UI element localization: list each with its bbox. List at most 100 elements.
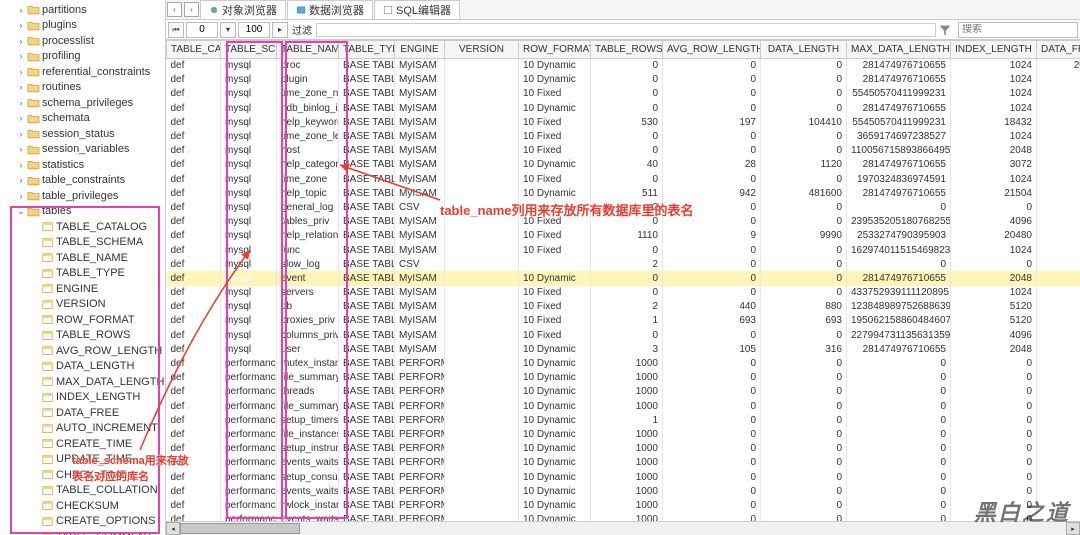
table-row[interactable]: defperformance_scsetup_instrumentBASE TA…: [167, 442, 1080, 456]
column-header-table_rows[interactable]: TABLE_ROWS: [591, 41, 663, 59]
tree-item-table_comment[interactable]: TABLE_COMMENT: [0, 529, 165, 535]
tree-item-data_length[interactable]: DATA_LENGTH: [0, 359, 165, 375]
tree-item-table_collation[interactable]: TABLE_COLLATION: [0, 483, 165, 499]
tree-item-row_format[interactable]: ROW_FORMAT: [0, 312, 165, 328]
tree-item-routines[interactable]: ›routines: [0, 80, 165, 96]
table-row[interactable]: defmysqluserBASE TABLEMyISAM10 Dynamic31…: [167, 342, 1080, 356]
tree-item-update_time[interactable]: UPDATE_TIME: [0, 452, 165, 468]
tree-item-checksum[interactable]: CHECKSUM: [0, 498, 165, 514]
column-header-avg_row_length[interactable]: AVG_ROW_LENGTH: [663, 41, 761, 59]
table-row[interactable]: defmysqldbBASE TABLEMyISAM10 Fixed244088…: [167, 300, 1080, 314]
first-page-button[interactable]: ⏮: [168, 22, 184, 38]
step-up-button[interactable]: ▸: [272, 22, 288, 38]
column-header-version[interactable]: VERSION: [445, 41, 519, 59]
table-row[interactable]: defperformance_scfile_summary_by_BASE TA…: [167, 371, 1080, 385]
tree-item-session_variables[interactable]: ›session_variables: [0, 142, 165, 158]
table-row[interactable]: defmysqlfuncBASE TABLEMyISAM10 Fixed0001…: [167, 243, 1080, 257]
column-header-table_name[interactable]: TABLE_NAME: [277, 41, 339, 59]
table-row[interactable]: defmysqlndb_binlog_indexBASE TABLEMyISAM…: [167, 101, 1080, 115]
tree-item-referential_constraints[interactable]: ›referential_constraints: [0, 64, 165, 80]
table-row[interactable]: defperformance_scthreadsBASE TABLEPERFOR…: [167, 385, 1080, 399]
tree-item-create_options[interactable]: CREATE_OPTIONS: [0, 514, 165, 530]
column-header-table_catal[interactable]: TABLE_CATAL: [167, 41, 221, 59]
tree-item-tables[interactable]: ⌄tables: [0, 204, 165, 220]
table-row[interactable]: defperformance_scsetup_consumersBASE TAB…: [167, 470, 1080, 484]
filter-input[interactable]: [316, 23, 936, 37]
tree-item-schema_privileges[interactable]: ›schema_privileges: [0, 95, 165, 111]
tree-item-version[interactable]: VERSION: [0, 297, 165, 313]
tree-item-engine[interactable]: ENGINE: [0, 281, 165, 297]
tree-item-index_length[interactable]: INDEX_LENGTH: [0, 390, 165, 406]
table-row[interactable]: defperformance_scfile_instancesBASE TABL…: [167, 427, 1080, 441]
table-row[interactable]: defperformance_scfile_summary_by_BASE TA…: [167, 399, 1080, 413]
column-header-data_length[interactable]: DATA_LENGTH: [761, 41, 847, 59]
table-row[interactable]: defmysqlhelp_keywordBASE TABLEMyISAM10 F…: [167, 115, 1080, 129]
tree-item-avg_row_length[interactable]: AVG_ROW_LENGTH: [0, 343, 165, 359]
tab-data-browser[interactable]: 数据浏览器: [287, 0, 373, 19]
column-header-index_length[interactable]: INDEX_LENGTH: [951, 41, 1037, 59]
column-header-data_free[interactable]: DATA_FREE: [1037, 41, 1080, 59]
step-down-button[interactable]: ▾: [220, 22, 236, 38]
tree-item-auto_increment[interactable]: AUTO_INCREMENT: [0, 421, 165, 437]
tab-prev-button[interactable]: ‹: [167, 2, 182, 17]
table-row[interactable]: defmysqlpluginBASE TABLEMyISAM10 Dynamic…: [167, 73, 1080, 87]
tree-sidebar[interactable]: ›partitions›plugins›processlist›profilin…: [0, 0, 166, 535]
horizontal-scrollbar[interactable]: ◂ ▸: [166, 521, 1080, 535]
table-row[interactable]: defmysqlhostBASE TABLEMyISAM10 Fixed0001…: [167, 144, 1080, 158]
tree-item-check_time[interactable]: CHECK_TIME: [0, 467, 165, 483]
table-row[interactable]: defperformance_scmutex_instancesBASE TAB…: [167, 356, 1080, 370]
search-box[interactable]: [958, 22, 1078, 38]
table-row[interactable]: defmysqlhelp_relationBASE TABLEMyISAM10 …: [167, 229, 1080, 243]
column-header-row_format[interactable]: ROW_FORMAT: [519, 41, 591, 59]
page-to-input[interactable]: [238, 22, 270, 38]
table-row[interactable]: defmysqlprocBASE TABLEMyISAM10 Dynamic00…: [167, 59, 1080, 73]
table-row[interactable]: defmysqlcolumns_privBASE TABLEMyISAM10 F…: [167, 328, 1080, 342]
tree-item-max_data_length[interactable]: MAX_DATA_LENGTH: [0, 374, 165, 390]
table-row[interactable]: defmysqltime_zone_nameBASE TABLEMyISAM10…: [167, 87, 1080, 101]
column-header-max_data_length[interactable]: MAX_DATA_LENGTH: [847, 41, 951, 59]
tree-item-table_privileges[interactable]: ›table_privileges: [0, 188, 165, 204]
tab-next-button[interactable]: ›: [184, 2, 199, 17]
scroll-left-button[interactable]: ◂: [166, 522, 180, 535]
table-row[interactable]: defmysqlproxies_privBASE TABLEMyISAM10 F…: [167, 314, 1080, 328]
column-header-table_type[interactable]: TABLE_TYPE: [339, 41, 395, 59]
search-input[interactable]: [962, 24, 1042, 35]
filter-icon[interactable]: [938, 23, 952, 37]
table-row[interactable]: defmysqlhelp_categoryBASE TABLEMyISAM10 …: [167, 158, 1080, 172]
tree-item-processlist[interactable]: ›processlist: [0, 33, 165, 49]
table-row[interactable]: defperformance_scevents_waits_sunBASE TA…: [167, 456, 1080, 470]
tree-item-table_rows[interactable]: TABLE_ROWS: [0, 328, 165, 344]
tree-item-profiling[interactable]: ›profiling: [0, 49, 165, 65]
tree-item-session_status[interactable]: ›session_status: [0, 126, 165, 142]
table-row[interactable]: defmysqlserversBASE TABLEMyISAM10 Fixed0…: [167, 286, 1080, 300]
table-row[interactable]: defmysqltime_zone_leap_BASE TABLEMyISAM1…: [167, 129, 1080, 143]
page-from-input[interactable]: [186, 22, 218, 38]
tree-item-table_schema[interactable]: TABLE_SCHEMA: [0, 235, 165, 251]
tree-item-partitions[interactable]: ›partitions: [0, 2, 165, 18]
table-row[interactable]: defperformance_scsetup_timersBASE TABLEP…: [167, 413, 1080, 427]
tree-item-statistics[interactable]: ›statistics: [0, 157, 165, 173]
tree-item-table_name[interactable]: TABLE_NAME: [0, 250, 165, 266]
tree-item-table_catalog[interactable]: TABLE_CATALOG: [0, 219, 165, 235]
scroll-right-button[interactable]: ▸: [1066, 522, 1080, 535]
tree-item-plugins[interactable]: ›plugins: [0, 18, 165, 34]
table-row[interactable]: defperformance_scrwlock_instancesBASE TA…: [167, 498, 1080, 512]
tree-item-table_type[interactable]: TABLE_TYPE: [0, 266, 165, 282]
scroll-thumb[interactable]: [180, 523, 300, 534]
data-grid[interactable]: TABLE_CATALTABLE_SCHETABLE_NAMETABLE_TYP…: [166, 40, 1080, 535]
table-row[interactable]: defmysqlhelp_topicBASE TABLEMyISAM10 Dyn…: [167, 186, 1080, 200]
table-row[interactable]: defmysqltables_privBASE TABLEMyISAM10 Fi…: [167, 215, 1080, 229]
tree-item-schemata[interactable]: ›schemata: [0, 111, 165, 127]
tree-item-table_constraints[interactable]: ›table_constraints: [0, 173, 165, 189]
tree-item-data_free[interactable]: DATA_FREE: [0, 405, 165, 421]
tab-object-browser[interactable]: 对象浏览器: [200, 0, 286, 19]
table-row[interactable]: defmysqleventBASE TABLEMyISAM10 Dynamic0…: [167, 271, 1080, 285]
table-row[interactable]: defmysqlgeneral_logBASE TABLECSV200000: [167, 200, 1080, 214]
column-header-engine[interactable]: ENGINE: [395, 41, 445, 59]
table-row[interactable]: defmysqlslow_logBASE TABLECSV200000: [167, 257, 1080, 271]
table-row[interactable]: defperformance_scevents_waits_sunBASE TA…: [167, 484, 1080, 498]
column-header-table_sche[interactable]: TABLE_SCHE: [221, 41, 277, 59]
table-row[interactable]: defmysqltime_zoneBASE TABLEMyISAM10 Fixe…: [167, 172, 1080, 186]
tab-sql-editor[interactable]: SQL编辑器: [374, 0, 460, 19]
tree-item-create_time[interactable]: CREATE_TIME: [0, 436, 165, 452]
